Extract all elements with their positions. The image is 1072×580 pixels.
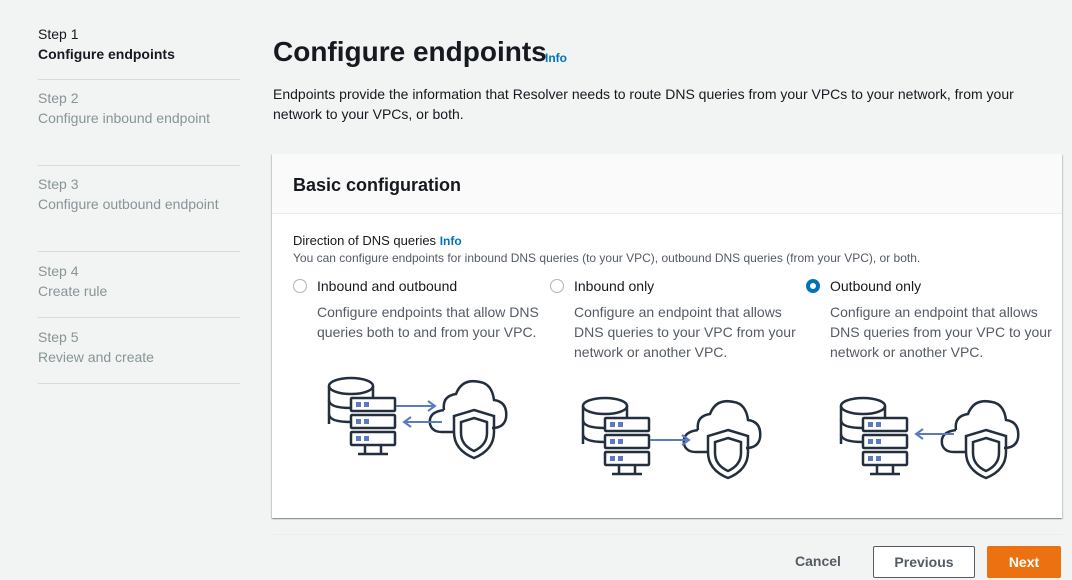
radio-inbound-only[interactable] (550, 279, 564, 293)
step-5[interactable]: Step 5 Review and create (38, 327, 240, 367)
next-button[interactable]: Next (987, 546, 1061, 578)
inbound-dns-illustration (581, 396, 762, 480)
footer-divider (273, 534, 1063, 535)
step-2-number: Step 2 (38, 90, 79, 106)
step-3-number: Step 3 (38, 176, 79, 192)
direction-label-text: Direction of DNS queries (293, 233, 437, 248)
step-divider (38, 79, 240, 80)
direction-field-description: You can configure endpoints for inbound … (293, 251, 921, 265)
direction-info-link[interactable]: Info (440, 234, 462, 248)
step-divider (38, 383, 240, 384)
option-description: Configure endpoints that allow DNS queri… (317, 304, 539, 340)
step-3-title: Configure outbound endpoint (38, 196, 219, 212)
step-divider (38, 251, 240, 252)
title-info-link[interactable]: Info (545, 51, 567, 65)
wizard-steps-nav: Step 1 Configure endpoints Step 2 Config… (0, 0, 250, 580)
step-4-number: Step 4 (38, 263, 79, 279)
step-1-title: Configure endpoints (38, 46, 175, 62)
step-4[interactable]: Step 4 Create rule (38, 261, 240, 301)
radio-inbound-and-outbound[interactable] (293, 279, 307, 293)
direction-field-label: Direction of DNS queries Info (293, 233, 462, 249)
step-divider (38, 165, 240, 166)
step-2-title: Configure inbound endpoint (38, 110, 211, 126)
option-description: Configure an endpoint that allows DNS qu… (574, 304, 796, 360)
step-1[interactable]: Step 1 Configure endpoints (38, 24, 240, 64)
radio-outbound-only[interactable] (806, 279, 820, 293)
option-label: Inbound only (574, 278, 655, 294)
panel-header: Basic configuration (272, 154, 1062, 214)
cancel-button[interactable]: Cancel (780, 546, 856, 576)
panel-title: Basic configuration (293, 175, 462, 195)
step-5-number: Step 5 (38, 329, 79, 345)
option-description: Configure an endpoint that allows DNS qu… (830, 304, 1052, 360)
page-description: Endpoints provide the information that R… (273, 86, 1014, 122)
outbound-dns-illustration (839, 396, 1020, 480)
basic-configuration-panel: Basic configuration Direction of DNS que… (272, 154, 1062, 518)
step-2[interactable]: Step 2 Configure inbound endpoint (38, 88, 240, 128)
previous-button[interactable]: Previous (873, 546, 975, 578)
bidirectional-dns-illustration (327, 376, 508, 460)
step-divider (38, 317, 240, 318)
step-1-number: Step 1 (38, 26, 79, 42)
step-4-title: Create rule (38, 283, 108, 299)
option-label: Inbound and outbound (317, 278, 458, 294)
step-5-title: Review and create (38, 349, 154, 365)
page-title: Configure endpoints (273, 36, 547, 67)
step-3[interactable]: Step 3 Configure outbound endpoint (38, 174, 240, 214)
option-label: Outbound only (830, 278, 922, 294)
